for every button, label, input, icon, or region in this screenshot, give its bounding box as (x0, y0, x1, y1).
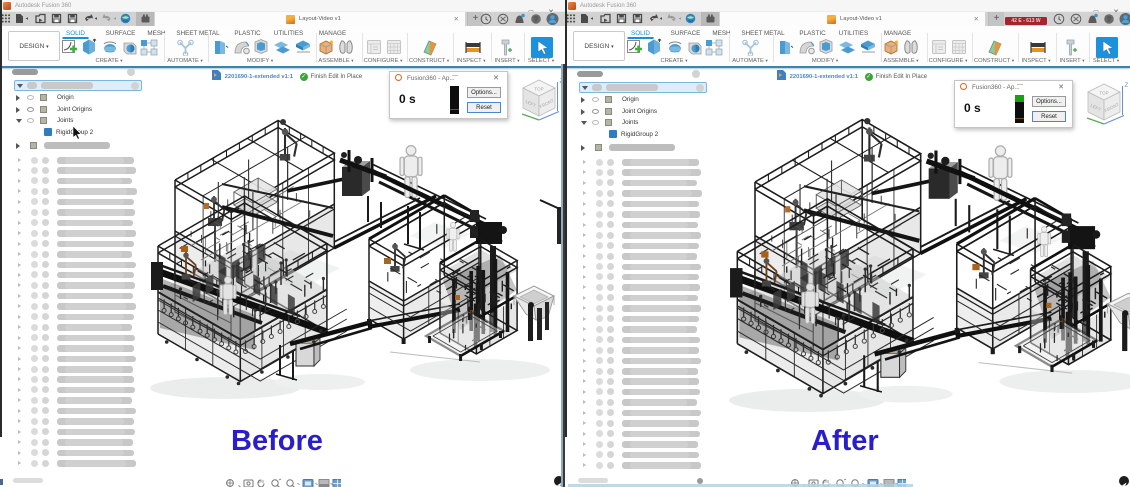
svg-text:TOP: TOP (1099, 91, 1108, 96)
svg-text:Z: Z (1125, 83, 1129, 89)
svg-text:TOP: TOP (534, 87, 543, 92)
svg-text:?: ? (1107, 17, 1111, 24)
svg-text:?: ? (534, 17, 538, 24)
